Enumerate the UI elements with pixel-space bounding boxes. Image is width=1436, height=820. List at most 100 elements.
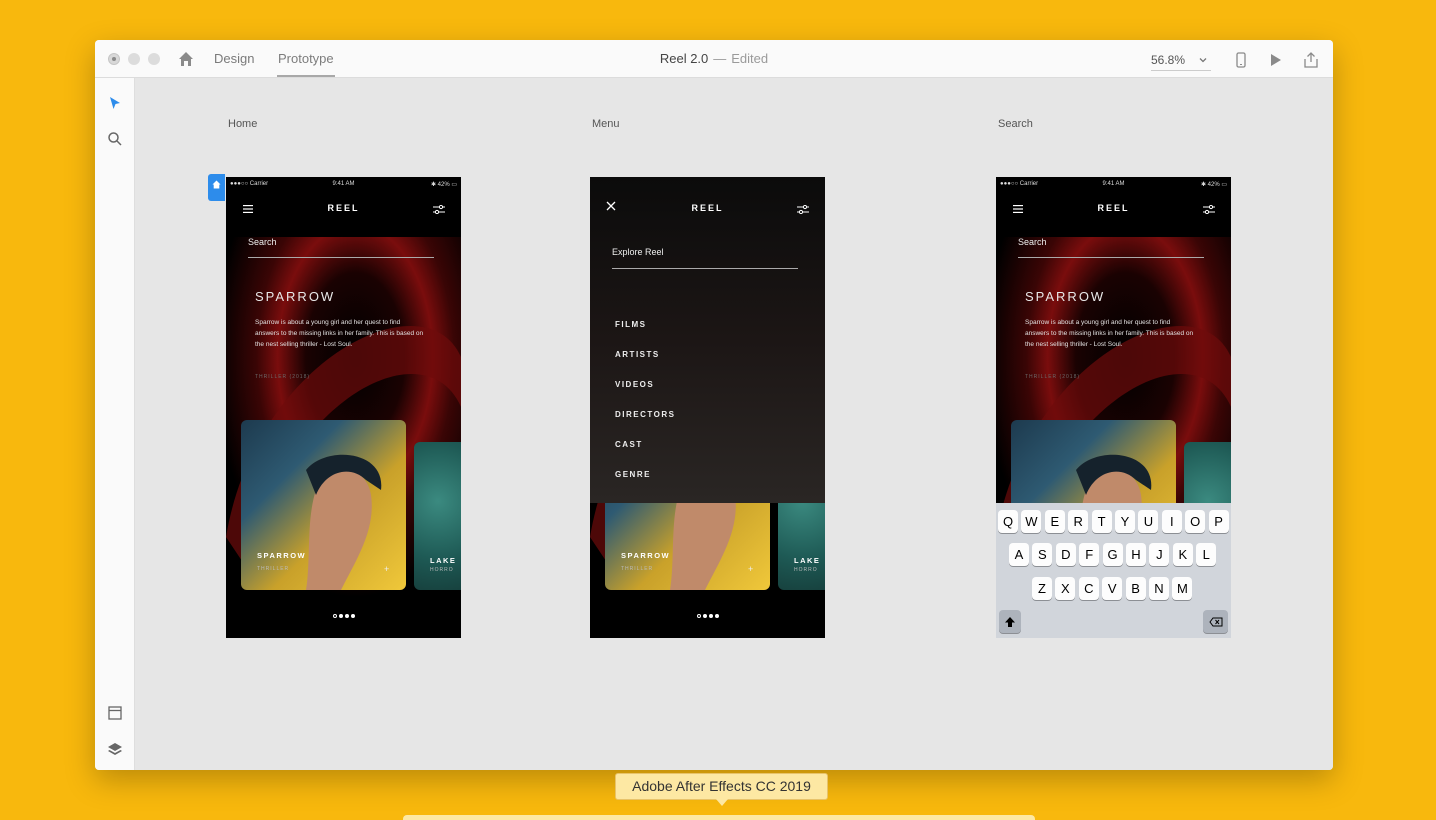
key-h[interactable]: H <box>1126 543 1146 566</box>
portrait-image <box>306 454 382 590</box>
key-s[interactable]: S <box>1032 543 1053 566</box>
key-r[interactable]: R <box>1068 510 1089 533</box>
share-icon[interactable] <box>1302 51 1320 69</box>
card-genre: THRILLER <box>621 566 654 572</box>
hero-genre: THRILLER (2018) <box>1025 374 1081 380</box>
device-preview-icon[interactable] <box>1232 51 1250 69</box>
key-j[interactable]: J <box>1149 543 1170 566</box>
card-genre: THRILLER <box>257 566 290 572</box>
menu-item-genre[interactable]: GENRE <box>615 470 651 479</box>
artboard-label-search[interactable]: Search <box>998 118 1033 130</box>
movie-card-sparrow[interactable]: SPARROW THRILLER + <box>241 420 406 590</box>
key-k[interactable]: K <box>1172 543 1193 566</box>
dock-bar <box>403 815 1035 820</box>
key-d[interactable]: D <box>1055 543 1076 566</box>
key-u[interactable]: U <box>1138 510 1159 533</box>
status-time: 9:41 AM <box>1102 181 1125 187</box>
key-q[interactable]: Q <box>998 510 1018 533</box>
card-title: LAKE <box>430 556 457 565</box>
artboard-label-home[interactable]: Home <box>228 118 257 130</box>
filter-icon[interactable] <box>797 205 809 214</box>
document-status: Edited <box>731 51 769 66</box>
filter-icon[interactable] <box>433 205 445 214</box>
key-l[interactable]: L <box>1196 543 1217 566</box>
shift-key[interactable] <box>999 610 1021 633</box>
add-button[interactable]: + <box>748 564 753 574</box>
status-bar: ●●●○○ Carrier 9:41 AM ✱ 42% ▭ <box>996 179 1231 191</box>
menu-item-films[interactable]: FILMS <box>615 320 647 329</box>
shift-icon <box>1005 617 1015 627</box>
artboard-home[interactable]: ●●●○○ Carrier 9:41 AM ✱ 42% ▭ REEL Searc… <box>226 177 461 638</box>
app-header: REEL <box>996 203 1231 217</box>
filter-icon[interactable] <box>1203 205 1215 214</box>
home-artboard-flag[interactable] <box>208 174 225 201</box>
pagination-dots[interactable] <box>226 605 461 623</box>
assets-panel-icon[interactable] <box>107 705 123 721</box>
hero-genre: THRILLER (2018) <box>255 374 311 380</box>
hero-title: SPARROW <box>255 289 336 304</box>
play-icon[interactable] <box>1266 51 1284 69</box>
search-input[interactable]: Search <box>1018 237 1204 258</box>
xd-window: Design Prototype Reel 2.0— Edited 56.8% H… <box>95 40 1333 770</box>
menu-item-videos[interactable]: VIDEOS <box>615 380 654 389</box>
app-brand: REEL <box>327 203 360 213</box>
document-name: Reel 2.0 <box>659 51 709 66</box>
key-m[interactable]: M <box>1172 577 1193 600</box>
key-z[interactable]: Z <box>1032 577 1052 600</box>
app-tooltip: Adobe After Effects CC 2019 <box>615 773 828 806</box>
key-c[interactable]: C <box>1078 577 1099 600</box>
menu-item-directors[interactable]: DIRECTORS <box>615 410 675 419</box>
card-title: SPARROW <box>621 551 671 560</box>
menu-overlay: REEL Explore Reel FILMS ARTISTS VIDEOS D… <box>590 177 825 503</box>
key-e[interactable]: E <box>1044 510 1065 533</box>
key-v[interactable]: V <box>1102 577 1123 600</box>
app-header: REEL <box>226 203 461 217</box>
title-separator: — <box>713 51 727 66</box>
app-brand: REEL <box>1097 203 1130 213</box>
card-genre: HORRO <box>794 567 818 573</box>
status-bar: ●●●○○ Carrier 9:41 AM ✱ 42% ▭ <box>226 179 461 191</box>
key-t[interactable]: T <box>1091 510 1112 533</box>
key-g[interactable]: G <box>1102 543 1123 566</box>
card-genre: HORRO <box>430 567 454 573</box>
menu-item-artists[interactable]: ARTISTS <box>615 350 660 359</box>
key-x[interactable]: X <box>1055 577 1076 600</box>
ios-keyboard: QWERTYUIOP ASDFGHJKL ZXCVBNM 123 space r… <box>996 503 1231 638</box>
title-bar: Design Prototype Reel 2.0— Edited 56.8% <box>95 40 1333 78</box>
menu-item-cast[interactable]: CAST <box>615 440 643 449</box>
search-icon[interactable] <box>107 131 123 147</box>
add-button[interactable]: + <box>384 564 389 574</box>
chevron-down-icon[interactable] <box>1197 54 1209 66</box>
key-f[interactable]: F <box>1079 543 1100 566</box>
select-tool-icon[interactable] <box>107 95 123 111</box>
pagination-dots[interactable] <box>590 605 825 623</box>
document-title: Reel 2.0 — Edited <box>95 51 1333 66</box>
key-n[interactable]: N <box>1149 577 1169 600</box>
layers-icon[interactable] <box>107 741 123 757</box>
hero-description: Sparrow is about a young girl and her qu… <box>1025 319 1194 348</box>
key-a[interactable]: A <box>1009 543 1029 566</box>
artboard-menu[interactable]: SPARROW THRILLER + LAKE HORRO REEL Explo… <box>590 177 825 638</box>
artboard-label-menu[interactable]: Menu <box>592 118 620 130</box>
hero-description: Sparrow is about a young girl and her qu… <box>255 319 424 348</box>
key-w[interactable]: W <box>1021 510 1042 533</box>
backspace-key[interactable] <box>1203 610 1228 633</box>
key-p[interactable]: P <box>1208 510 1229 533</box>
artboard-search[interactable]: ●●●○○ Carrier 9:41 AM ✱ 42% ▭ REEL Searc… <box>996 177 1231 638</box>
status-time: 9:41 AM <box>332 181 355 187</box>
key-i[interactable]: I <box>1161 510 1182 533</box>
card-title: SPARROW <box>257 551 307 560</box>
home-icon <box>212 180 221 189</box>
key-o[interactable]: O <box>1185 510 1206 533</box>
key-b[interactable]: B <box>1125 577 1146 600</box>
tool-sidebar <box>95 78 135 770</box>
hero-title: SPARROW <box>1025 289 1106 304</box>
canvas[interactable]: Home Menu Search ●●●○○ Carrier 9:41 AM ✱… <box>135 78 1333 770</box>
key-y[interactable]: Y <box>1115 510 1135 533</box>
movie-card-lake[interactable]: LAKE HORRO <box>414 442 461 590</box>
search-input[interactable]: Search <box>248 237 434 258</box>
explore-input[interactable]: Explore Reel <box>612 247 798 269</box>
app-brand: REEL <box>691 203 724 213</box>
battery-text: ✱ 42% ▭ <box>1200 182 1227 188</box>
card-title: LAKE <box>794 556 821 565</box>
